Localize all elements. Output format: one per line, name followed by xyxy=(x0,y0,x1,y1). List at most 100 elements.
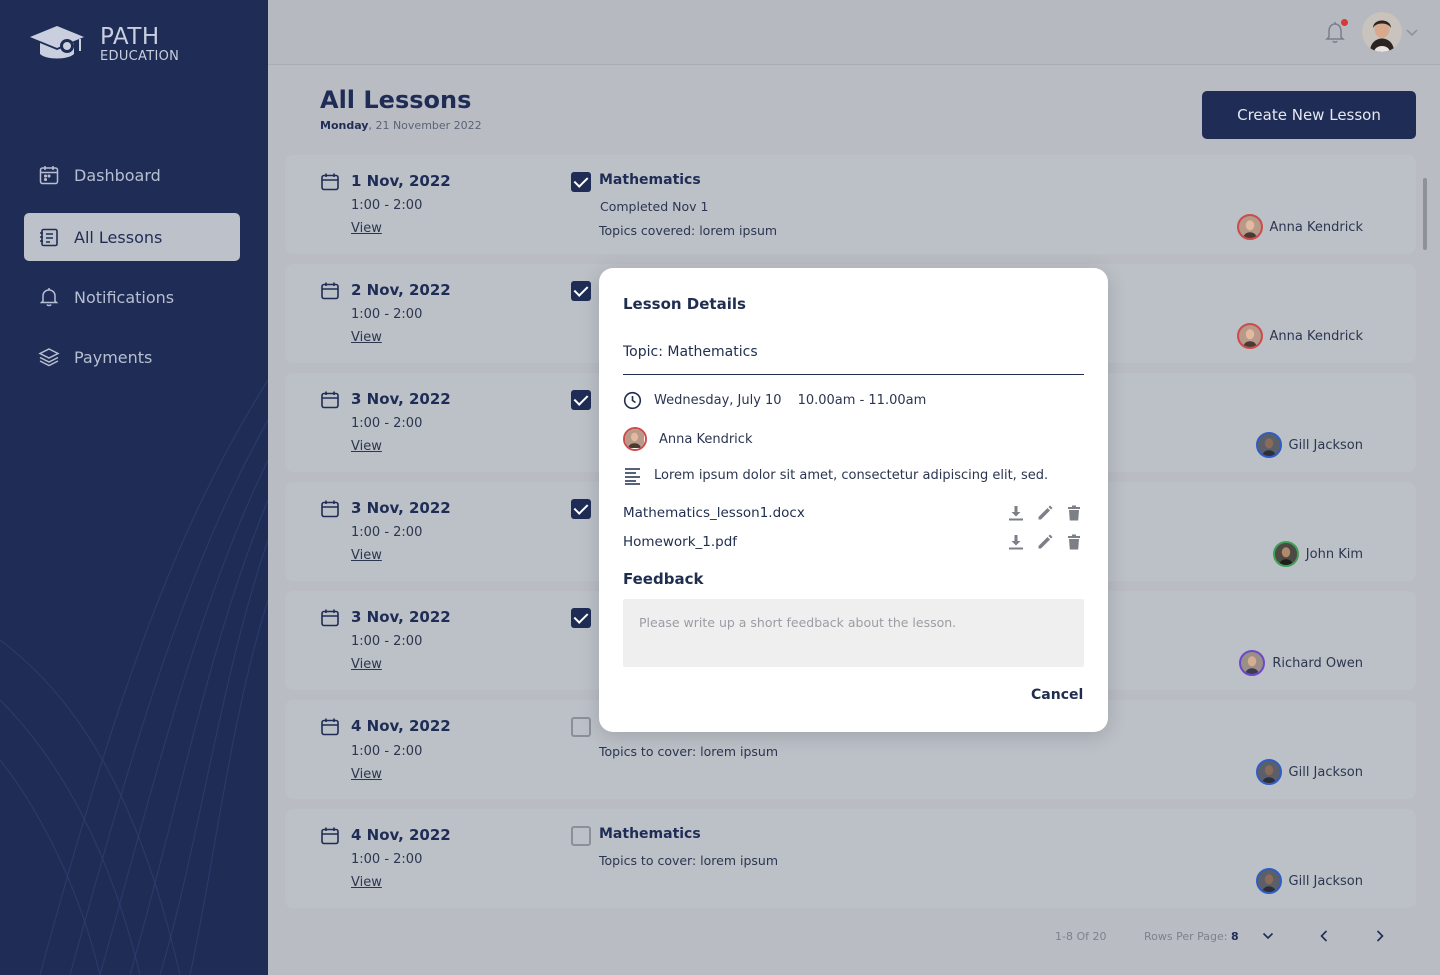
lesson-view-link[interactable]: View xyxy=(351,330,382,345)
modal-description: Lorem ipsum dolor sit amet, consectetur … xyxy=(623,466,1048,485)
modal-time: 10.00am - 11.00am xyxy=(797,393,927,408)
lesson-view-link[interactable]: View xyxy=(351,221,382,236)
lesson-date: 3 Nov, 2022 xyxy=(351,499,451,517)
teacher-avatar xyxy=(1236,323,1263,349)
download-icon[interactable] xyxy=(1007,533,1025,551)
rows-per-page-value: 8 xyxy=(1230,930,1239,943)
lesson-status: Completed Nov 1 xyxy=(600,199,709,214)
lesson-checkbox[interactable] xyxy=(571,390,591,410)
lesson-details-modal: Lesson Details Topic: Mathematics Wednes… xyxy=(599,268,1108,732)
calendar-icon xyxy=(321,827,339,845)
sidebar: PATH EDUCATION Dashboard All Lessons Not… xyxy=(0,0,268,975)
lesson-teacher[interactable]: John Kim xyxy=(1272,541,1363,567)
lesson-teacher[interactable]: Gill Jackson xyxy=(1255,868,1363,894)
edit-icon[interactable] xyxy=(1036,504,1054,522)
lesson-teacher[interactable]: Gill Jackson xyxy=(1255,432,1363,458)
brand-logo[interactable]: PATH EDUCATION xyxy=(26,22,179,63)
sidebar-wave-pattern xyxy=(0,379,268,975)
modal-title: Lesson Details xyxy=(623,295,746,313)
attachment-actions xyxy=(1007,533,1083,551)
feedback-title: Feedback xyxy=(623,570,704,588)
modal-teacher-name: Anna Kendrick xyxy=(659,431,753,447)
sidebar-item-dashboard[interactable]: Dashboard xyxy=(24,151,240,199)
sidebar-item-notifications[interactable]: Notifications xyxy=(24,273,240,321)
lesson-checkbox[interactable] xyxy=(571,281,591,301)
calendar-icon xyxy=(321,282,339,300)
lesson-view-link[interactable]: View xyxy=(351,548,382,563)
sidebar-item-all-lessons[interactable]: All Lessons xyxy=(24,213,240,261)
lesson-date: 4 Nov, 2022 xyxy=(351,826,451,844)
teacher-name: Richard Owen xyxy=(1272,655,1363,671)
calendar-grid-icon xyxy=(39,166,59,185)
notebook-icon xyxy=(40,228,58,247)
chevron-down-icon[interactable] xyxy=(1262,931,1274,941)
teacher-name: John Kim xyxy=(1305,546,1363,562)
teacher-avatar xyxy=(1255,432,1282,458)
sidebar-item-label: Dashboard xyxy=(74,165,161,185)
rows-per-page-label: Rows Per Page: xyxy=(1144,930,1231,943)
modal-schedule: Wednesday, July 10 10.00am - 11.00am xyxy=(623,391,926,410)
lesson-time: 1:00 - 2:00 xyxy=(351,416,423,431)
scrollbar[interactable] xyxy=(1423,178,1427,250)
feedback-input[interactable] xyxy=(623,599,1084,667)
lesson-subject: Mathematics xyxy=(599,826,701,842)
calendar-icon xyxy=(321,173,339,191)
lesson-checkbox[interactable] xyxy=(571,717,591,737)
chevron-right-icon[interactable] xyxy=(1374,929,1386,943)
lesson-subject: Mathematics xyxy=(599,172,701,188)
trash-icon[interactable] xyxy=(1065,533,1083,551)
lesson-date: 1 Nov, 2022 xyxy=(351,172,451,190)
current-date: Monday, 21 November 2022 xyxy=(320,119,482,132)
lesson-checkbox[interactable] xyxy=(571,608,591,628)
bell-icon xyxy=(39,288,59,307)
divider xyxy=(623,374,1084,375)
lesson-teacher[interactable]: Gill Jackson xyxy=(1255,759,1363,785)
chevron-down-icon[interactable] xyxy=(1405,26,1419,38)
notification-badge xyxy=(1341,19,1348,26)
lesson-teacher[interactable]: Anna Kendrick xyxy=(1236,323,1363,349)
trash-icon[interactable] xyxy=(1065,504,1083,522)
lesson-time: 1:00 - 2:00 xyxy=(351,852,423,867)
attachment-actions xyxy=(1007,504,1083,522)
graduation-cap-icon xyxy=(30,25,84,58)
create-new-lesson-button[interactable]: Create New Lesson xyxy=(1202,91,1416,139)
chevron-left-icon[interactable] xyxy=(1318,929,1330,943)
rows-per-page[interactable]: Rows Per Page: 8 xyxy=(1144,930,1239,943)
lesson-view-link[interactable]: View xyxy=(351,657,382,672)
lesson-view-link[interactable]: View xyxy=(351,767,382,782)
modal-topic-label: Topic: xyxy=(623,344,668,360)
brand-subtitle: EDUCATION xyxy=(100,49,180,64)
modal-topic: Topic: Mathematics xyxy=(623,344,758,360)
cancel-button[interactable]: Cancel xyxy=(1031,687,1083,703)
teacher-name: Gill Jackson xyxy=(1288,764,1363,780)
attachment-name[interactable]: Homework_1.pdf xyxy=(623,534,737,550)
teacher-avatar xyxy=(623,427,647,451)
edit-icon[interactable] xyxy=(1036,533,1054,551)
lesson-checkbox[interactable] xyxy=(571,826,591,846)
lesson-time: 1:00 - 2:00 xyxy=(351,634,423,649)
current-date-rest: , 21 November 2022 xyxy=(368,119,482,132)
lesson-time: 1:00 - 2:00 xyxy=(351,198,423,213)
lesson-teacher[interactable]: Richard Owen xyxy=(1239,650,1363,676)
lesson-time: 1:00 - 2:00 xyxy=(351,744,423,759)
lesson-checkbox[interactable] xyxy=(571,499,591,519)
user-avatar[interactable] xyxy=(1362,12,1402,52)
attachment-name[interactable]: Mathematics_lesson1.docx xyxy=(623,505,805,521)
teacher-name: Anna Kendrick xyxy=(1269,328,1363,344)
lesson-date: 3 Nov, 2022 xyxy=(351,608,451,626)
top-bar xyxy=(268,0,1440,65)
modal-teacher: Anna Kendrick xyxy=(623,427,752,451)
lesson-teacher[interactable]: Anna Kendrick xyxy=(1236,214,1363,240)
lesson-time: 1:00 - 2:00 xyxy=(351,525,423,540)
sidebar-item-payments[interactable]: Payments xyxy=(24,333,240,381)
lesson-view-link[interactable]: View xyxy=(351,439,382,454)
download-icon[interactable] xyxy=(1007,504,1025,522)
lesson-checkbox[interactable] xyxy=(571,172,591,192)
lesson-view-link[interactable]: View xyxy=(351,875,382,890)
current-date-day: Monday xyxy=(320,119,369,132)
calendar-icon xyxy=(321,500,339,518)
lesson-topics: Topics covered: lorem ipsum xyxy=(599,223,778,238)
teacher-name: Gill Jackson xyxy=(1288,873,1363,889)
lesson-topics: Topics to cover: lorem ipsum xyxy=(599,853,779,868)
teacher-avatar xyxy=(1236,214,1263,240)
